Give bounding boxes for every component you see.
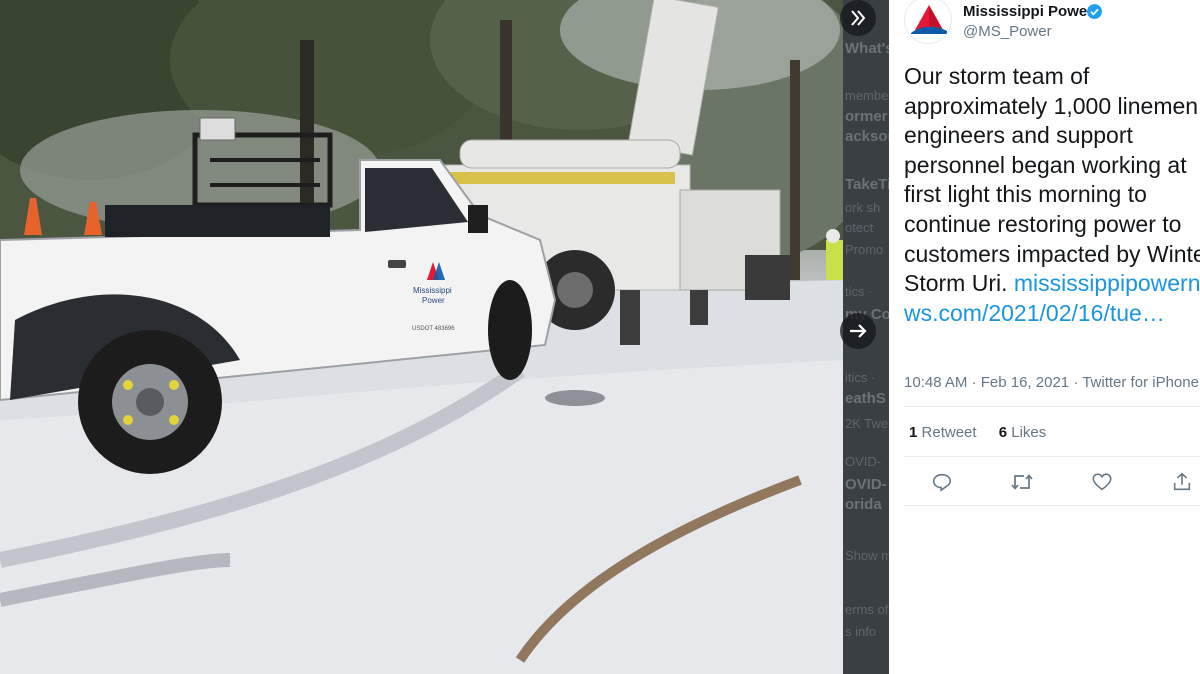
- ghost-text-item: member: [845, 88, 889, 103]
- photo-scene: Mississippi Power USDOT 483696: [0, 0, 845, 674]
- ghost-text-item: OVID-: [845, 476, 887, 493]
- retweet-count-link[interactable]: 1 Retweet: [909, 424, 981, 441]
- truck-logo-line1: Mississippi: [413, 286, 452, 295]
- tweet-date[interactable]: Feb 16, 2021: [981, 374, 1069, 391]
- ghost-text-item: ork sh: [845, 200, 881, 215]
- like-count: 6: [998, 424, 1008, 441]
- tweet-body: Our storm team of approximately 1,000 li…: [904, 62, 1200, 328]
- tweet-time[interactable]: 10:48 AM: [904, 374, 967, 391]
- ghost-text-item: TakeTi: [845, 176, 889, 193]
- ghost-text-item: itics ·: [845, 370, 876, 385]
- ghost-text-item: tics ·: [845, 284, 873, 299]
- tweet-meta: 10:48 AM · Feb 16, 2021 · Twitter for iP…: [904, 374, 1199, 391]
- ghost-text-item: OVID-: [845, 454, 882, 469]
- meta-separator-1: ·: [971, 374, 981, 391]
- tweet-stats: 1 Retweet 6 Likes: [909, 424, 1064, 441]
- like-label: Likes: [1011, 424, 1047, 441]
- next-image-button[interactable]: [840, 313, 876, 349]
- author-handle[interactable]: @MS_Power: [963, 23, 1052, 40]
- tweet-text: Our storm team of approximately 1,000 li…: [904, 63, 1200, 297]
- divider: [904, 456, 1200, 457]
- tweet-source[interactable]: Twitter for iPhone: [1082, 374, 1199, 391]
- author-display-name[interactable]: Mississippi Power: [963, 3, 1093, 20]
- reply-button[interactable]: [928, 468, 956, 496]
- truck-logo-line2: Power: [422, 296, 445, 305]
- heart-icon: [1092, 473, 1112, 491]
- tweet-actions: [904, 466, 1200, 498]
- reply-icon: [932, 473, 952, 492]
- divider: [904, 406, 1200, 407]
- arrow-right-icon: [850, 324, 867, 338]
- ghost-text-item: otect: [845, 220, 874, 235]
- divider: [904, 505, 1200, 506]
- verified-badge-icon: [1087, 4, 1102, 19]
- meta-separator-2: ·: [1073, 374, 1083, 391]
- share-button[interactable]: [1168, 468, 1196, 496]
- ghost-text-item: erms of: [845, 602, 889, 617]
- truck-usdot: USDOT 483696: [412, 326, 455, 332]
- ghost-text-item: orida: [845, 496, 882, 513]
- ghost-text-item: eathS: [845, 390, 886, 407]
- retweet-count: 1: [909, 424, 918, 441]
- share-icon: [1173, 472, 1191, 491]
- tweet-photo: Mississippi Power USDOT 483696: [0, 0, 845, 674]
- ghost-text-item: What's: [845, 40, 889, 57]
- like-count-link[interactable]: 6 Likes: [999, 424, 1047, 441]
- double-chevron-right-icon: [851, 10, 866, 26]
- ghost-text-item: Promo: [845, 242, 884, 257]
- tweet-detail-panel: Mississippi Power @MS_Power Our storm te…: [889, 0, 1200, 674]
- mississippi-power-logo-icon: [911, 5, 947, 34]
- collapse-panel-button[interactable]: [840, 0, 876, 36]
- ghost-text-item: 2K Twe: [845, 416, 889, 431]
- avatar[interactable]: [904, 0, 952, 44]
- retweet-button[interactable]: [1008, 468, 1036, 496]
- like-button[interactable]: [1088, 468, 1116, 496]
- ghost-text-item: Show m: [845, 548, 889, 563]
- retweet-label: Retweet: [921, 424, 977, 441]
- ghost-text-item: s info: [845, 624, 877, 639]
- ghost-text-item: ormer: [845, 108, 888, 125]
- retweet-icon: [1011, 474, 1033, 490]
- ghost-text-item: ackson: [845, 128, 889, 145]
